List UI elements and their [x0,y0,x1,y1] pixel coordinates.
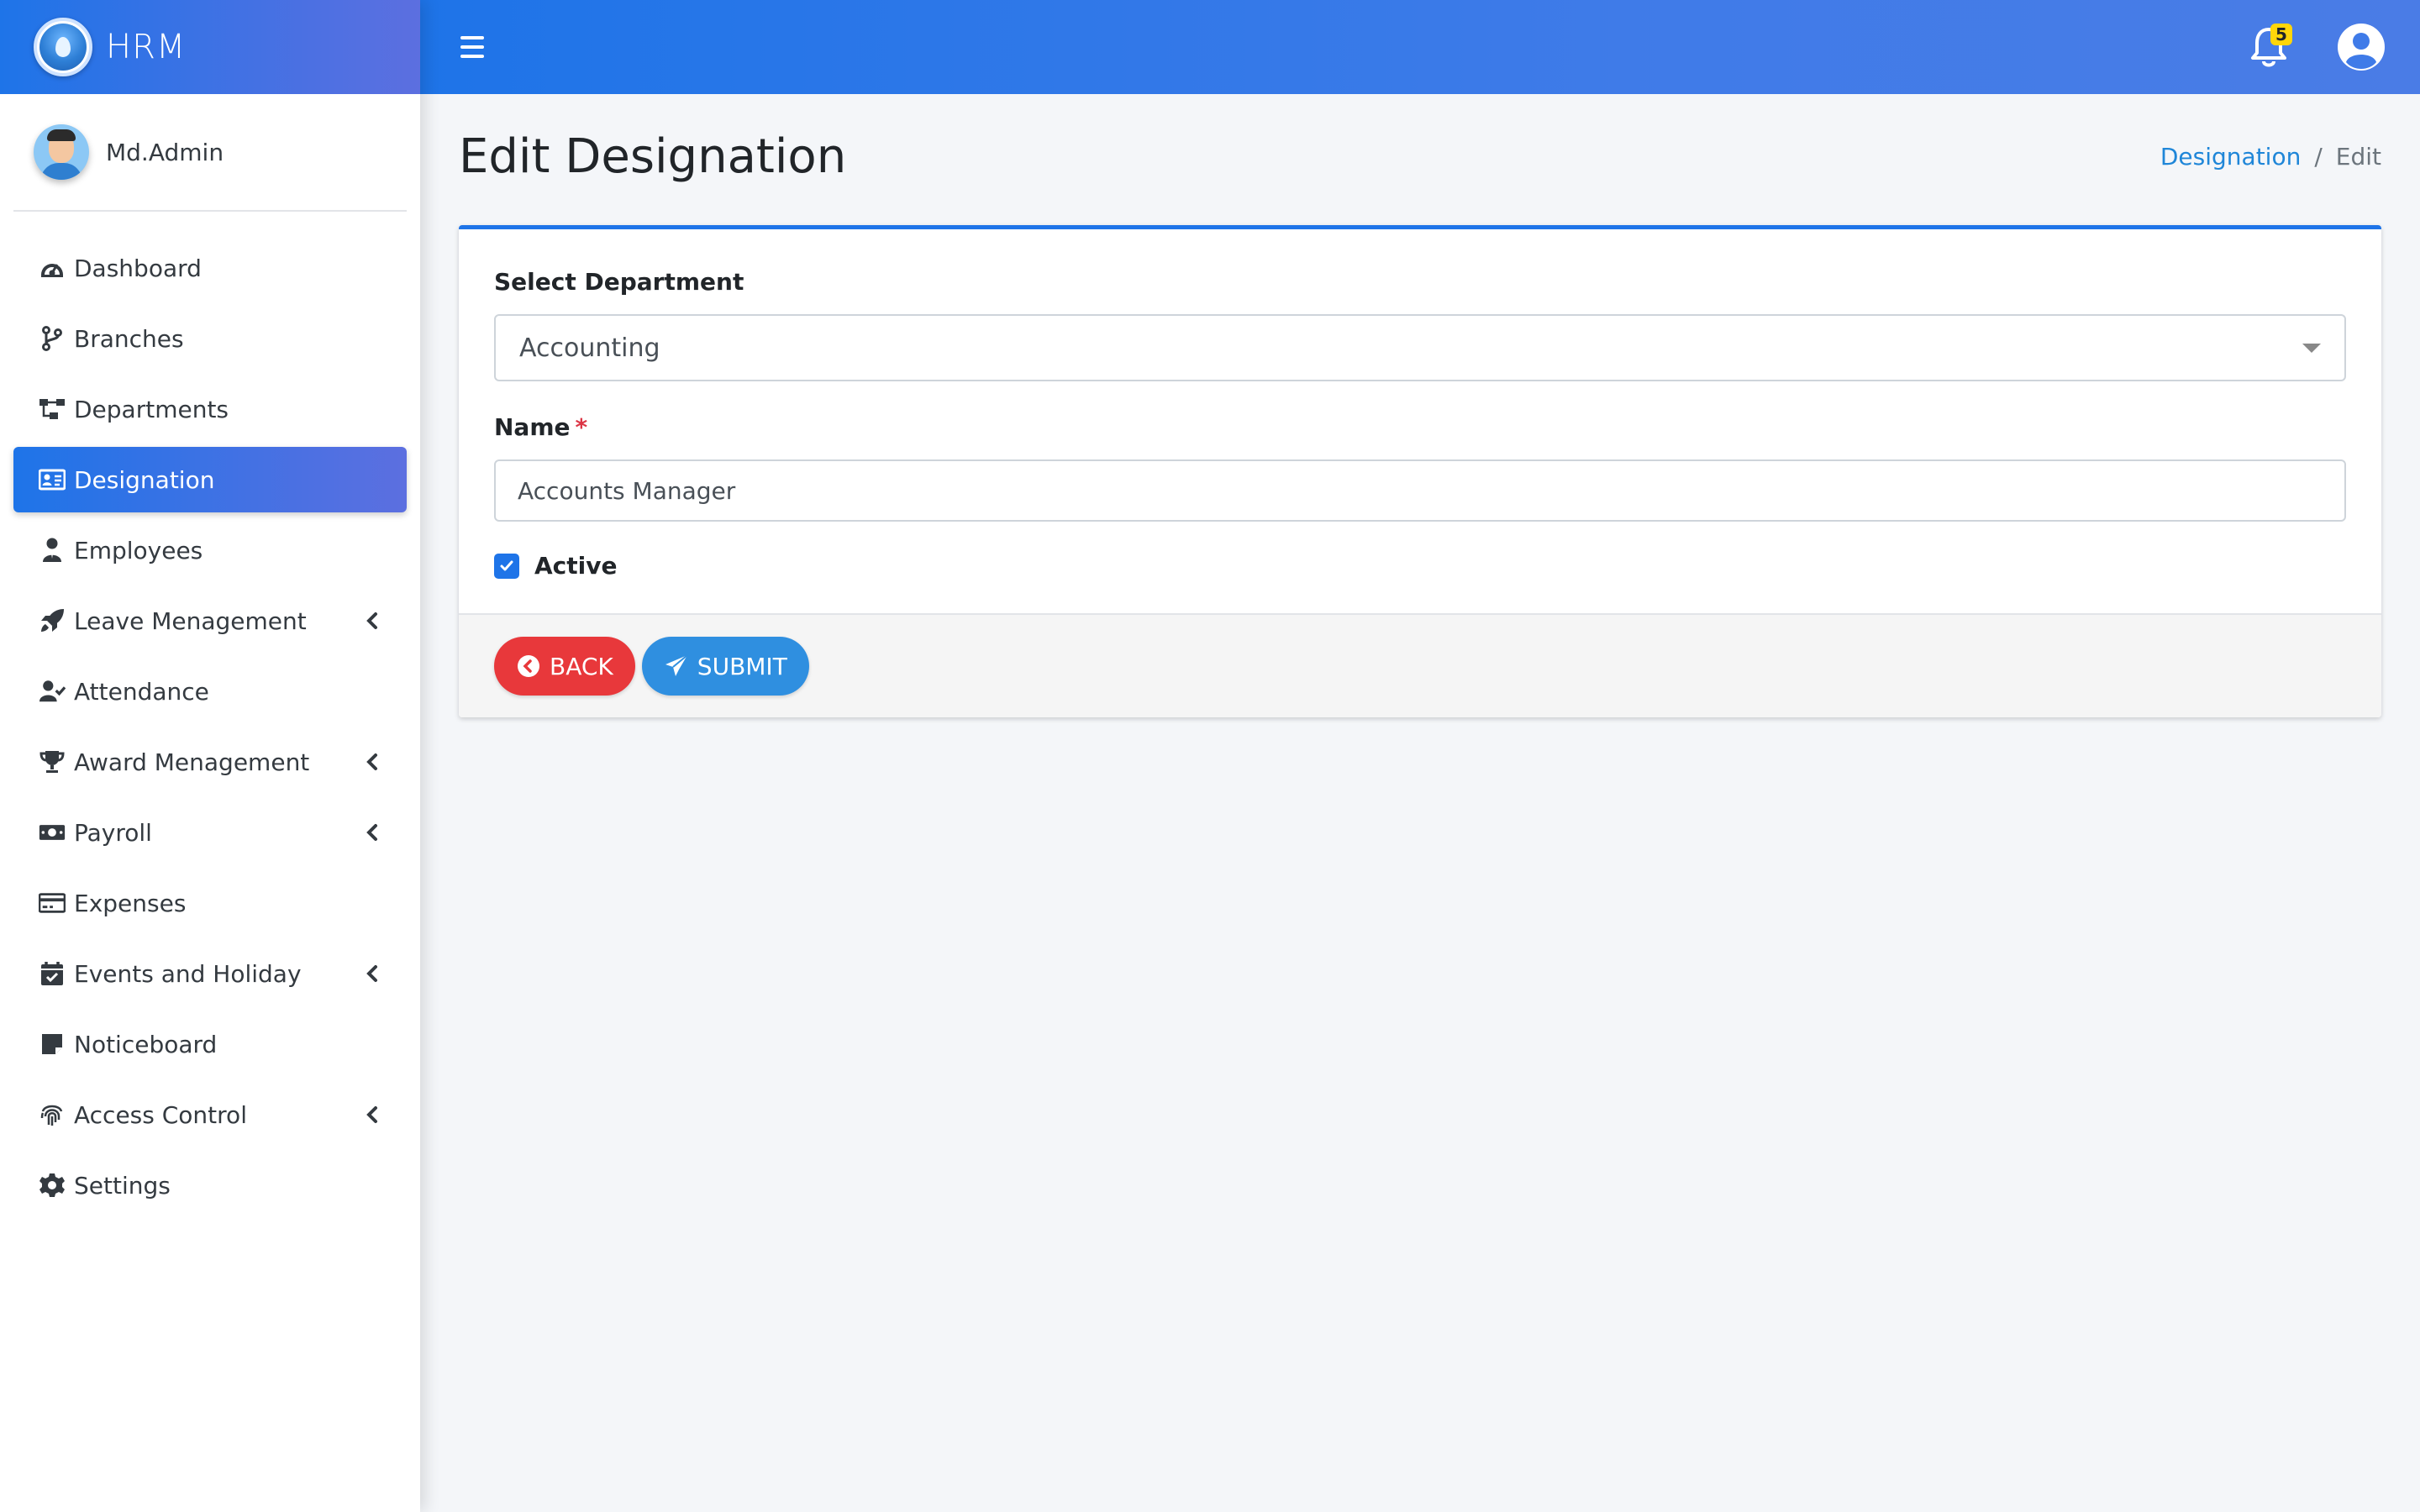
trophy-icon [39,748,66,775]
form-footer: BACK SUBMIT [459,613,2381,717]
name-input[interactable]: Accounts Manager [494,459,2346,522]
sidebar-item-noticeboard[interactable]: Noticeboard [13,1011,407,1077]
active-checkbox-row: Active [494,552,2346,580]
chevron-left-icon [363,823,381,842]
sticky-note-icon [39,1031,66,1058]
rocket-icon [39,607,66,634]
required-mark: * [575,413,588,441]
chevron-left-icon [363,964,381,983]
sidebar-item-events-holiday[interactable]: Events and Holiday [13,941,407,1006]
page-title: Edit Designation [459,129,847,184]
chevron-circle-left-icon [516,654,541,679]
user-circle-icon[interactable] [2336,22,2386,72]
user-check-icon [39,678,66,705]
breadcrumb-current: Edit [2335,142,2381,171]
sidebar-nav: Dashboard Branches Departments Designati… [0,212,420,1218]
checkmark-icon [500,560,513,570]
department-selected-value: Accounting [519,333,660,363]
sidebar-item-label: Employees [74,536,203,564]
sidebar-item-label: Award Menagement [74,748,310,776]
sidebar-item-leave-management[interactable]: Leave Menagement [13,588,407,654]
brand-name: HRM [106,28,187,66]
name-label-text: Name [494,413,571,441]
breadcrumb-designation-link[interactable]: Designation [2160,143,2301,171]
sidebar-item-label: Access Control [74,1100,247,1129]
sidebar-item-employees[interactable]: Employees [13,517,407,583]
paper-plane-icon [664,654,689,679]
notifications-button[interactable]: 5 [2245,24,2292,71]
user-panel[interactable]: Md.Admin [13,94,407,212]
id-card-icon [39,466,66,493]
sidebar-item-payroll[interactable]: Payroll [13,800,407,865]
submit-button-label: SUBMIT [697,652,787,680]
credit-card-icon [39,890,66,916]
sidebar-item-attendance[interactable]: Attendance [13,659,407,724]
avatar [34,124,89,180]
top-right-actions: 5 [2245,22,2386,72]
name-label: Name * [494,413,2346,441]
sidebar-item-label: Settings [74,1171,171,1200]
notification-count-badge: 5 [2270,24,2292,45]
sidebar-item-branches[interactable]: Branches [13,306,407,371]
department-label: Select Department [494,268,744,296]
sidebar-item-label: Expenses [74,889,187,917]
calendar-check-icon [39,960,66,987]
brand-logo-icon [34,18,92,76]
sidebar-item-settings[interactable]: Settings [13,1152,407,1218]
sidebar-item-label: Noticeboard [74,1030,218,1058]
chevron-left-icon [363,1105,381,1124]
caret-down-icon [2302,343,2321,353]
sidebar-item-access-control[interactable]: Access Control [13,1082,407,1147]
main-content: Edit Designation Designation / Edit Sele… [420,94,2420,1512]
brand-bar[interactable]: HRM [0,0,420,94]
edit-designation-card: Select Department Accounting Name * Accou… [459,225,2381,717]
branch-icon [39,325,66,352]
sidebar-item-award-management[interactable]: Award Menagement [13,729,407,795]
breadcrumb-separator: / [2314,142,2323,171]
sidebar-item-label: Events and Holiday [74,959,302,988]
back-button[interactable]: BACK [494,637,635,696]
active-label: Active [534,552,618,580]
top-navbar: 5 [420,0,2420,94]
sitemap-icon [39,396,66,423]
chevron-left-icon [363,753,381,771]
name-input-value: Accounts Manager [518,476,736,505]
fingerprint-icon [39,1101,66,1128]
user-tie-icon [39,537,66,564]
sidebar-item-label: Branches [74,324,184,353]
hamburger-menu-icon[interactable] [460,36,484,58]
sidebar-item-designation[interactable]: Designation [13,447,407,512]
sidebar-item-label: Designation [74,465,215,494]
sidebar-item-label: Payroll [74,818,152,847]
sidebar-item-departments[interactable]: Departments [13,376,407,442]
gear-icon [39,1172,66,1199]
sidebar: HRM Md.Admin Dashboard Branches Departme… [0,0,420,1512]
sidebar-item-label: Departments [74,395,229,423]
breadcrumb: Designation / Edit [2160,143,2381,171]
sidebar-item-label: Attendance [74,677,209,706]
department-select[interactable]: Accounting [494,314,2346,381]
submit-button[interactable]: SUBMIT [641,637,809,696]
form-body: Select Department Accounting Name * Accou… [459,229,2381,613]
sidebar-item-label: Leave Menagement [74,606,307,635]
sidebar-item-dashboard[interactable]: Dashboard [13,235,407,301]
active-checkbox[interactable] [494,553,519,579]
page-header: Edit Designation Designation / Edit [459,94,2381,217]
money-bill-icon [39,819,66,846]
sidebar-item-label: Dashboard [74,254,202,282]
dashboard-icon [39,255,66,281]
user-name: Md.Admin [106,138,224,166]
sidebar-item-expenses[interactable]: Expenses [13,870,407,936]
back-button-label: BACK [550,652,613,680]
chevron-left-icon [363,612,381,630]
